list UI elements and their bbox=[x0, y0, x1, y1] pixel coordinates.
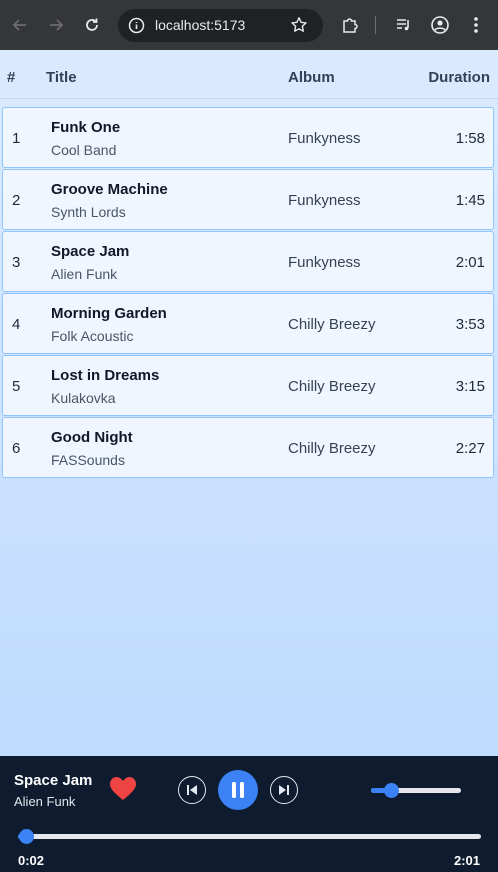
play-pause-button[interactable] bbox=[218, 770, 258, 810]
table-row[interactable]: 6 Good Night FASSounds Chilly Breezy 2:2… bbox=[2, 417, 494, 478]
next-track-button[interactable] bbox=[270, 776, 298, 804]
browser-toolbar: localhost:5173 bbox=[0, 0, 498, 50]
track-title: Good Night bbox=[51, 429, 133, 446]
forward-icon[interactable] bbox=[44, 13, 68, 37]
track-artist: Alien Funk bbox=[51, 266, 118, 282]
header-duration: Duration bbox=[428, 69, 490, 86]
current-time: 0:02 bbox=[18, 853, 45, 868]
table-header: # Title Album Duration bbox=[0, 50, 498, 99]
track-duration: 2:01 bbox=[455, 254, 485, 271]
track-duration: 3:15 bbox=[455, 378, 485, 395]
bookmark-star-icon[interactable] bbox=[290, 16, 308, 34]
track-number: 1 bbox=[12, 130, 21, 147]
track-number: 2 bbox=[12, 192, 21, 209]
table-row[interactable]: 1 Funk One Cool Band Funkyness 1:58 bbox=[2, 107, 494, 168]
volume-slider[interactable] bbox=[371, 783, 461, 798]
track-album: Chilly Breezy bbox=[288, 440, 376, 457]
table-row[interactable]: 5 Lost in Dreams Kulakovka Chilly Breezy… bbox=[2, 355, 494, 416]
track-album: Funkyness bbox=[288, 130, 361, 147]
previous-track-button[interactable] bbox=[178, 776, 206, 804]
table-row[interactable]: 3 Space Jam Alien Funk Funkyness 2:01 bbox=[2, 231, 494, 292]
skip-previous-icon bbox=[187, 785, 197, 795]
total-time: 2:01 bbox=[453, 853, 480, 868]
back-icon[interactable] bbox=[8, 13, 32, 37]
table-row[interactable]: 4 Morning Garden Folk Acoustic Chilly Br… bbox=[2, 293, 494, 354]
url-text: localhost:5173 bbox=[155, 17, 246, 33]
track-artist: Folk Acoustic bbox=[51, 328, 134, 344]
table-row[interactable]: 2 Groove Machine Synth Lords Funkyness 1… bbox=[2, 169, 494, 230]
track-artist: FASSounds bbox=[51, 452, 125, 468]
track-duration: 2:27 bbox=[455, 440, 485, 457]
extensions-icon[interactable] bbox=[338, 13, 362, 37]
track-title: Lost in Dreams bbox=[51, 367, 160, 384]
track-artist: Synth Lords bbox=[51, 204, 126, 220]
track-number: 6 bbox=[12, 440, 21, 457]
header-album: Album bbox=[288, 69, 335, 86]
media-control-icon[interactable] bbox=[392, 13, 416, 37]
now-playing-title: Space Jam bbox=[14, 772, 93, 789]
player-bar: Space Jam Alien Funk 0:02 2:01 bbox=[0, 756, 498, 872]
progress-thumb[interactable] bbox=[18, 829, 34, 844]
track-artist: Cool Band bbox=[51, 142, 117, 158]
track-duration: 1:45 bbox=[455, 192, 485, 209]
reload-icon[interactable] bbox=[80, 13, 104, 37]
browser-menu-icon[interactable] bbox=[464, 13, 488, 37]
heart-icon[interactable] bbox=[109, 776, 137, 802]
track-album: Funkyness bbox=[288, 192, 361, 209]
header-number: # bbox=[7, 69, 16, 86]
toolbar-divider bbox=[375, 16, 376, 34]
skip-next-icon bbox=[279, 785, 289, 795]
track-title: Morning Garden bbox=[51, 305, 167, 322]
progress-slider[interactable] bbox=[18, 829, 481, 844]
track-number: 5 bbox=[12, 378, 21, 395]
track-duration: 3:53 bbox=[455, 316, 485, 333]
track-number: 4 bbox=[12, 316, 21, 333]
track-number: 3 bbox=[12, 254, 21, 271]
track-album: Chilly Breezy bbox=[288, 316, 376, 333]
now-playing-artist: Alien Funk bbox=[14, 794, 76, 809]
site-info-icon[interactable] bbox=[128, 17, 145, 34]
address-bar[interactable]: localhost:5173 bbox=[118, 9, 323, 42]
track-artist: Kulakovka bbox=[51, 390, 116, 406]
track-album: Chilly Breezy bbox=[288, 378, 376, 395]
header-title: Title bbox=[46, 69, 77, 86]
track-list-page: # Title Album Duration 1 Funk One Cool B… bbox=[0, 50, 498, 756]
pause-icon bbox=[232, 782, 244, 798]
volume-thumb[interactable] bbox=[383, 783, 399, 798]
track-title: Groove Machine bbox=[51, 181, 168, 198]
track-album: Funkyness bbox=[288, 254, 361, 271]
track-duration: 1:58 bbox=[455, 130, 485, 147]
track-title: Funk One bbox=[51, 119, 121, 136]
profile-avatar-icon[interactable] bbox=[428, 13, 452, 37]
track-title: Space Jam bbox=[51, 243, 130, 260]
